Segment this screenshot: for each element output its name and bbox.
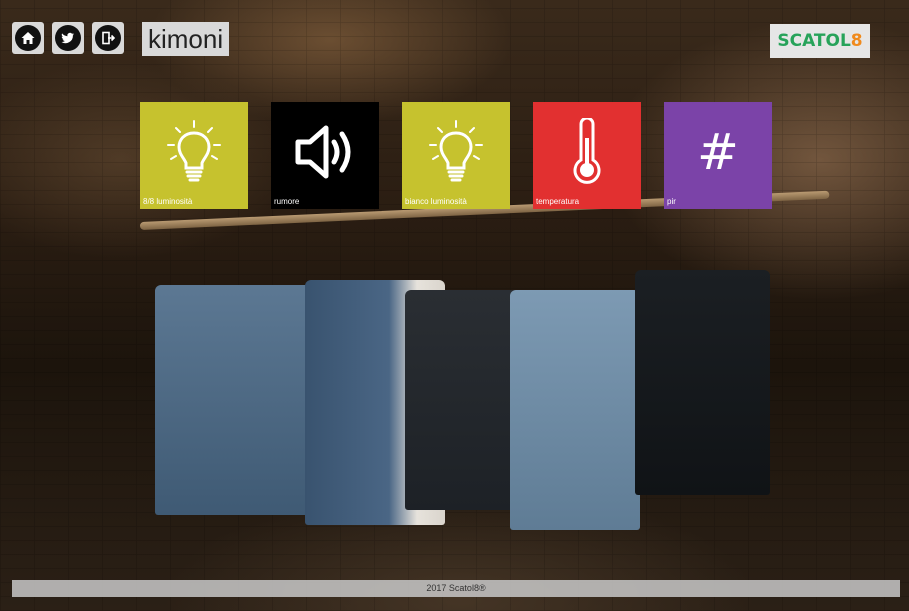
logout-icon	[95, 25, 121, 51]
tile-label: temperatura	[536, 197, 580, 206]
lightbulb-icon	[140, 112, 248, 192]
tile-label: bianco luminosità	[405, 197, 467, 206]
twitter-button[interactable]	[52, 22, 84, 54]
tile-8-8-luminosita[interactable]: 8/8 luminosità	[140, 102, 248, 209]
logo-text: SCATOL	[777, 31, 851, 51]
tile-bianco-luminosita[interactable]: bianco luminosità	[402, 102, 510, 209]
logout-button[interactable]	[92, 22, 124, 54]
kimono-4	[510, 290, 640, 530]
lightbulb-icon	[402, 112, 510, 192]
kimono-1	[155, 285, 325, 515]
tile-temperatura[interactable]: temperatura	[533, 102, 641, 209]
hash-symbol: #	[697, 123, 739, 181]
tile-pir[interactable]: # pir	[664, 102, 772, 209]
tile-label: 8/8 luminosità	[143, 197, 193, 206]
thermometer-icon	[533, 112, 641, 192]
logo-number: 8	[850, 31, 863, 51]
kimono-5	[635, 270, 770, 495]
tile-label: pir	[667, 197, 676, 206]
scatol8-logo[interactable]: SCATOL 8	[770, 24, 870, 58]
home-icon	[15, 25, 41, 51]
page-title: kimoni	[142, 22, 230, 56]
speaker-icon	[271, 112, 379, 192]
hash-icon: #	[664, 112, 772, 192]
home-button[interactable]	[12, 22, 44, 54]
footer: 2017 Scatol8®	[12, 580, 900, 597]
tile-rumore[interactable]: rumore	[271, 102, 379, 209]
tile-label: rumore	[274, 197, 300, 206]
kimono-3	[405, 290, 525, 510]
twitter-icon	[55, 25, 81, 51]
